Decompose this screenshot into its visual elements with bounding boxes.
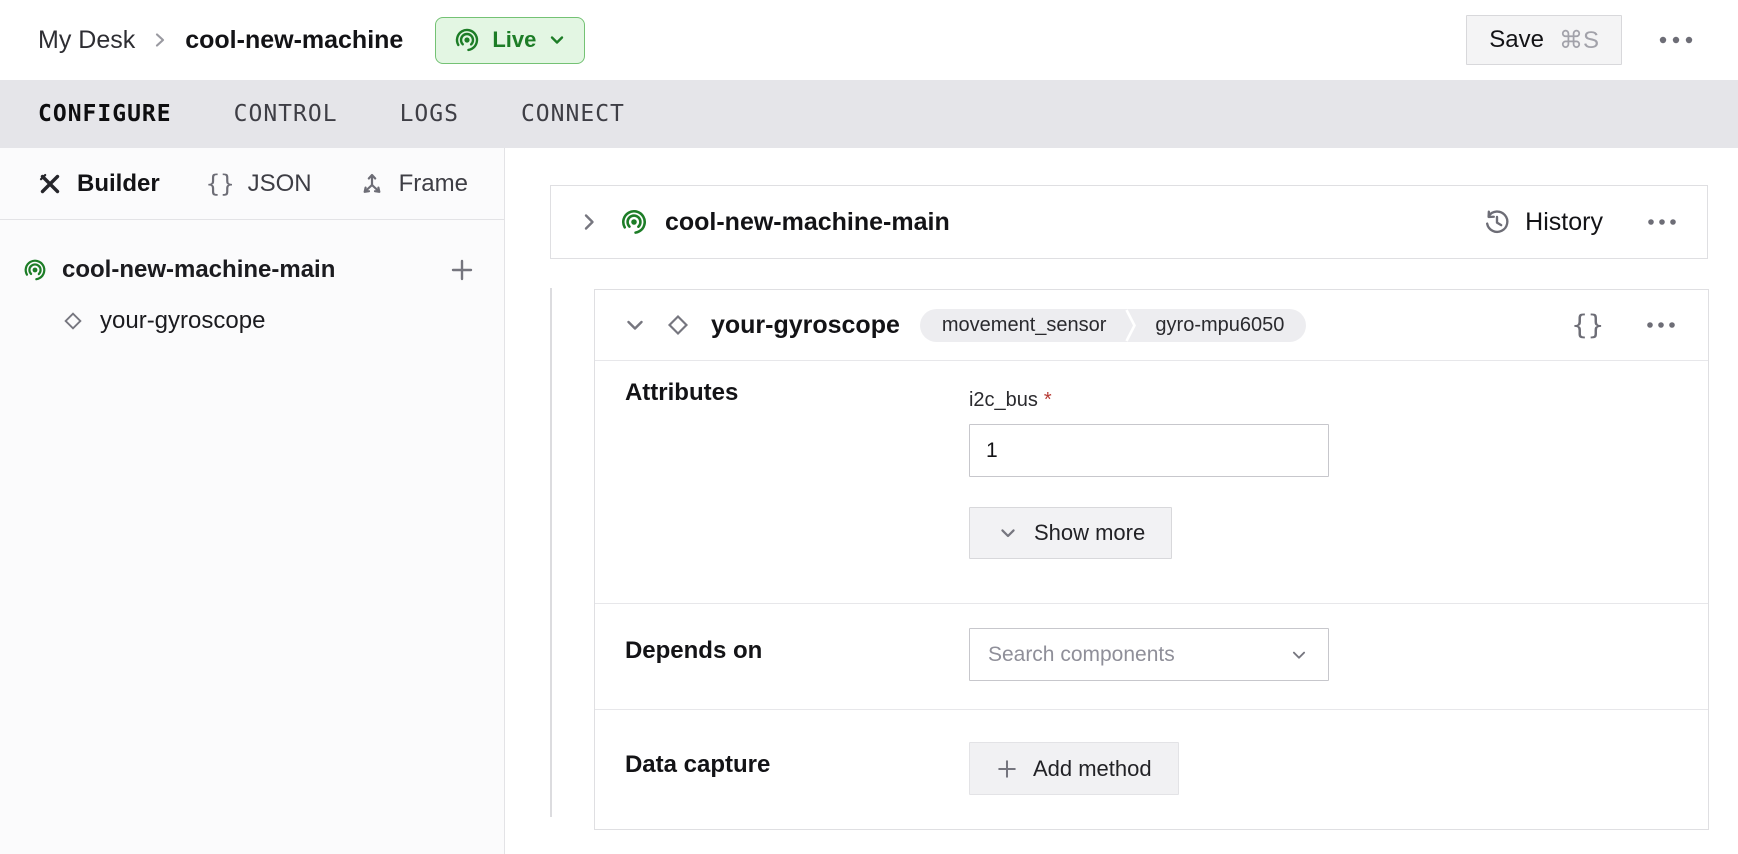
badge-separator xyxy=(1124,309,1137,342)
chevron-down-icon xyxy=(996,521,1020,545)
tree-connector-line xyxy=(550,288,552,817)
plus-icon xyxy=(996,758,1018,780)
component-diamond-icon xyxy=(60,308,86,334)
machine-status-badge[interactable]: Live xyxy=(435,17,585,64)
attributes-fields: i2c_bus* Show more xyxy=(969,377,1329,559)
depends-on-placeholder: Search components xyxy=(988,643,1175,667)
mode-tab-builder-label: Builder xyxy=(77,170,160,198)
tab-control[interactable]: CONTROL xyxy=(234,101,338,127)
required-marker: * xyxy=(1044,389,1052,411)
overflow-menu-button[interactable] xyxy=(1652,30,1700,50)
depends-on-section-label: Depends on xyxy=(625,628,969,681)
breadcrumb: My Desk cool-new-machine xyxy=(38,26,403,55)
machine-part-card: cool-new-machine-main History xyxy=(550,185,1708,259)
depends-on-select[interactable]: Search components xyxy=(969,628,1329,681)
topbar-actions: Save ⌘S xyxy=(1466,15,1700,65)
sidebar-mode-tabs: Builder {} JSON Frame xyxy=(0,148,504,220)
tab-connect[interactable]: CONNECT xyxy=(521,101,625,127)
component-menu-button[interactable] xyxy=(1640,315,1682,335)
history-icon xyxy=(1482,207,1512,237)
mode-tab-frame-label: Frame xyxy=(399,170,468,198)
part-card-actions: History xyxy=(1482,207,1683,237)
component-model-badge: gyro-mpu6050 xyxy=(1137,309,1306,342)
add-method-label: Add method xyxy=(1033,756,1152,782)
plus-icon xyxy=(450,258,474,282)
tree-item-label: your-gyroscope xyxy=(100,307,265,335)
tree-item-component[interactable]: your-gyroscope xyxy=(0,296,504,346)
tools-icon xyxy=(36,170,64,198)
broadcast-icon xyxy=(453,26,481,54)
braces-icon[interactable]: {} xyxy=(1571,310,1604,341)
data-capture-section-label: Data capture xyxy=(625,742,969,795)
tree-item-label: cool-new-machine-main xyxy=(62,256,335,284)
breadcrumb-current: cool-new-machine xyxy=(185,26,403,55)
app-root: My Desk cool-new-machine Live Save xyxy=(0,0,1738,854)
config-sidebar: Builder {} JSON Frame xyxy=(0,148,505,854)
ellipsis-icon xyxy=(1646,321,1676,329)
broadcast-icon xyxy=(22,257,48,283)
chevron-right-icon xyxy=(575,208,603,236)
resource-tree: cool-new-machine-main your-gyroscope xyxy=(0,220,504,346)
chevron-down-icon xyxy=(1288,644,1310,666)
breadcrumb-parent-link[interactable]: My Desk xyxy=(38,26,135,55)
save-button-label: Save xyxy=(1489,26,1544,54)
attributes-section-label: Attributes xyxy=(625,377,969,559)
mode-tab-json-label: JSON xyxy=(248,170,312,198)
component-type-badge: movement_sensor xyxy=(920,309,1125,342)
attributes-section: Attributes i2c_bus* Show more xyxy=(595,361,1708,604)
ellipsis-icon xyxy=(1647,218,1677,226)
mode-tab-builder[interactable]: Builder xyxy=(36,170,160,198)
status-badge-label: Live xyxy=(492,27,536,53)
save-button[interactable]: Save ⌘S xyxy=(1466,15,1622,65)
content-area: Builder {} JSON Frame xyxy=(0,148,1738,854)
save-shortcut: ⌘S xyxy=(1559,26,1599,55)
data-capture-fields: Add method xyxy=(969,742,1179,795)
config-main-panel: cool-new-machine-main History xyxy=(505,148,1738,854)
part-card-title: cool-new-machine-main xyxy=(665,208,950,237)
show-more-button[interactable]: Show more xyxy=(969,507,1172,559)
depends-on-fields: Search components xyxy=(969,628,1329,681)
breadcrumb-chevron-icon xyxy=(151,31,169,49)
i2c-bus-field-label: i2c_bus* xyxy=(969,389,1329,412)
component-card-actions: {} xyxy=(1571,310,1682,341)
show-more-label: Show more xyxy=(1034,520,1145,546)
history-label: History xyxy=(1525,208,1603,237)
history-button[interactable]: History xyxy=(1482,207,1603,237)
ellipsis-icon xyxy=(1658,36,1694,44)
machine-tab-bar: CONFIGURE CONTROL LOGS CONNECT xyxy=(0,80,1738,148)
component-type-badges: movement_sensor gyro-mpu6050 xyxy=(920,309,1307,342)
add-component-button[interactable] xyxy=(450,258,474,282)
mode-tab-frame[interactable]: Frame xyxy=(358,170,468,198)
mode-tab-json[interactable]: {} JSON xyxy=(206,170,312,198)
broadcast-icon xyxy=(619,207,649,237)
chevron-down-icon xyxy=(621,311,649,339)
collapse-component-button[interactable] xyxy=(621,311,649,339)
top-bar: My Desk cool-new-machine Live Save xyxy=(0,0,1738,80)
add-method-button[interactable]: Add method xyxy=(969,742,1179,795)
chevron-down-icon xyxy=(547,30,567,50)
component-diamond-icon xyxy=(663,310,693,340)
tab-configure[interactable]: CONFIGURE xyxy=(38,101,172,127)
component-card-header: your-gyroscope movement_sensor gyro-mpu6… xyxy=(595,290,1708,361)
braces-icon: {} xyxy=(206,170,235,198)
tree-item-machine-part[interactable]: cool-new-machine-main xyxy=(0,244,504,296)
tab-logs[interactable]: LOGS xyxy=(400,101,459,127)
axes-icon xyxy=(358,170,386,198)
component-card-title: your-gyroscope xyxy=(711,311,900,340)
data-capture-section: Data capture Add method xyxy=(595,710,1708,829)
part-menu-button[interactable] xyxy=(1641,212,1683,232)
expand-part-button[interactable] xyxy=(575,208,603,236)
i2c-bus-input[interactable] xyxy=(969,424,1329,477)
depends-on-section: Depends on Search components xyxy=(595,604,1708,710)
component-card: your-gyroscope movement_sensor gyro-mpu6… xyxy=(594,289,1709,830)
